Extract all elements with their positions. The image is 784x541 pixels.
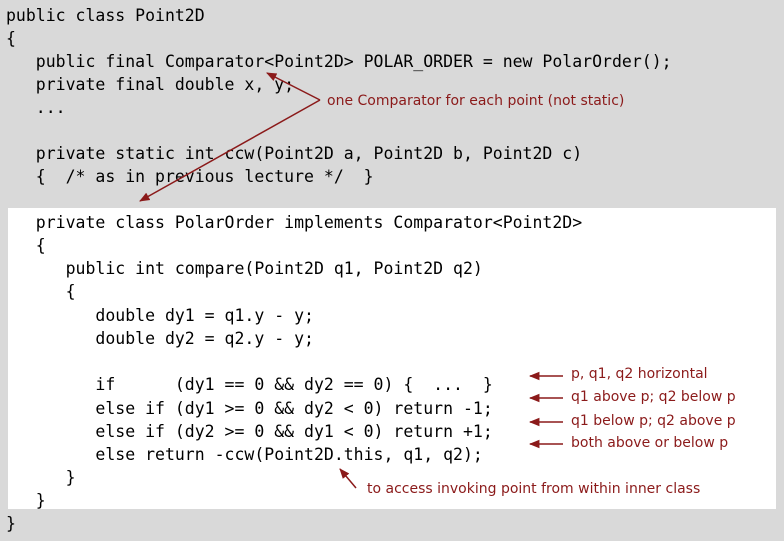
arrow-to-polar-order-field — [266, 72, 321, 101]
annotation-above-below: q1 above p; q2 below p — [571, 389, 736, 405]
annotation-below-above: q1 below p; q2 above p — [571, 413, 736, 429]
annotation-horizontal: p, q1, q2 horizontal — [571, 366, 708, 382]
annotation-both: both above or below p — [571, 435, 729, 451]
slide: public class Point2D { public final Comp… — [0, 0, 784, 541]
annotation-per-point-comparator: one Comparator for each point (not stati… — [327, 93, 625, 109]
annotation-arrows — [139, 72, 563, 489]
arrow-point2d-this — [339, 468, 357, 489]
arrow-to-polar-order-class — [139, 99, 321, 202]
annotation-inner-class-access: to access invoking point from within inn… — [367, 481, 701, 497]
